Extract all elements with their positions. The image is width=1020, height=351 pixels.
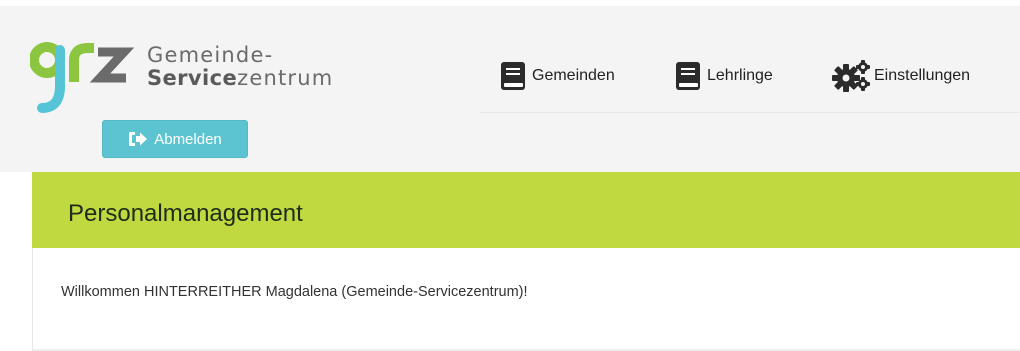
gears-icon (832, 60, 870, 92)
welcome-message: Willkommen HINTERREITHER Magdalena (Geme… (61, 284, 528, 300)
logo-text-line2: Servicezentrum (147, 66, 333, 90)
gsz-logo-mark (30, 42, 135, 113)
nav-item-gemeinden[interactable]: Gemeinden (500, 58, 615, 94)
sign-out-icon (129, 132, 148, 146)
nav-item-lehrlinge[interactable]: Lehrlinge (675, 58, 773, 94)
header: Gemeinde- Servicezentrum Gemeinden Lehrl… (0, 0, 1020, 172)
header-top-strip (0, 0, 1020, 6)
nav-item-einstellungen[interactable]: Einstellungen (830, 58, 970, 94)
page-title: Personalmanagement (68, 200, 303, 227)
logout-label: Abmelden (154, 130, 222, 148)
logout-button[interactable]: Abmelden (102, 120, 248, 158)
logo[interactable]: Gemeinde- Servicezentrum (30, 38, 340, 116)
content-panel: Willkommen HINTERREITHER Magdalena (Geme… (32, 248, 1020, 351)
logo-text-zentrum: zentrum (237, 66, 334, 90)
main-nav: Gemeinden Lehrlinge Einstellungen (480, 58, 1020, 114)
logo-text-service: Service (147, 66, 238, 90)
logo-text-line1: Gemeinde- (147, 43, 274, 67)
nav-label-lehrlinge: Lehrlinge (707, 67, 773, 84)
nav-label-gemeinden: Gemeinden (532, 67, 615, 84)
page-banner: Personalmanagement (32, 172, 1020, 248)
book-icon (501, 62, 525, 90)
book-icon (676, 62, 700, 90)
nav-divider (480, 112, 1020, 113)
nav-label-einstellungen: Einstellungen (874, 67, 971, 84)
